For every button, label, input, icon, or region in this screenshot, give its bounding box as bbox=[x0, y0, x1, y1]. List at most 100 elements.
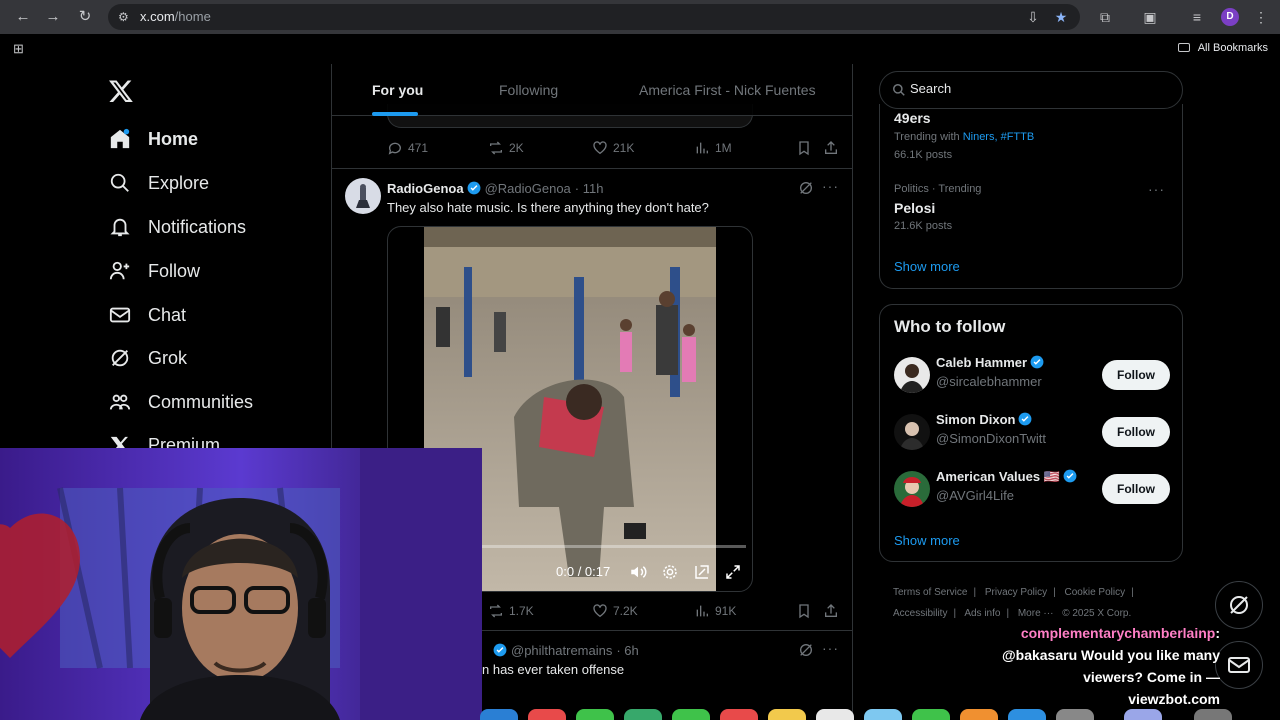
footer-sep: | bbox=[1131, 587, 1134, 598]
trend-name[interactable]: 49ers bbox=[894, 110, 931, 126]
grok-icon[interactable] bbox=[798, 642, 814, 658]
bookmark-star-icon[interactable]: ★ bbox=[1052, 8, 1070, 26]
tab-america-first[interactable]: America First - Nick Fuentes bbox=[639, 82, 816, 98]
notes-icon[interactable] bbox=[768, 709, 806, 720]
settings-gear-icon[interactable] bbox=[661, 563, 679, 581]
xcode-icon[interactable] bbox=[1008, 709, 1046, 720]
home-icon bbox=[108, 127, 132, 151]
finder-icon[interactable] bbox=[480, 709, 518, 720]
nav-grok[interactable]: Grok bbox=[108, 343, 187, 373]
nav-notifications[interactable]: Notifications bbox=[108, 212, 246, 242]
reply-button[interactable]: 471 bbox=[387, 140, 428, 156]
follow-suggestion[interactable]: Simon Dixon @SimonDixonTwitt Follow bbox=[894, 412, 1170, 452]
profile-avatar[interactable]: D bbox=[1221, 8, 1239, 26]
nav-explore[interactable]: Explore bbox=[108, 168, 209, 198]
footer-terms[interactable]: Terms of Service bbox=[893, 587, 967, 598]
avatar[interactable] bbox=[894, 414, 930, 450]
trash-icon[interactable] bbox=[1194, 709, 1232, 720]
follow-button[interactable]: Follow bbox=[1102, 360, 1170, 390]
repost-button[interactable]: 1.7K bbox=[488, 603, 534, 619]
heart-icon bbox=[592, 603, 608, 619]
maps-icon[interactable] bbox=[624, 709, 662, 720]
footer-accessibility[interactable]: Accessibility bbox=[893, 608, 947, 619]
nav-chat[interactable]: Chat bbox=[108, 300, 186, 330]
tab-following[interactable]: Following bbox=[499, 82, 558, 98]
tweet-time[interactable]: · 11h bbox=[575, 181, 604, 196]
follow-button[interactable]: Follow bbox=[1102, 474, 1170, 504]
like-count: 7.2K bbox=[613, 604, 638, 618]
tab-search-icon[interactable]: ▣ bbox=[1141, 8, 1159, 26]
follow-suggestion[interactable]: Caleb Hammer @sircalebhammer Follow bbox=[894, 355, 1170, 395]
tab-for-you[interactable]: For you bbox=[372, 82, 423, 98]
bookmark-button[interactable] bbox=[796, 140, 817, 156]
forward-arrow-icon[interactable]: → bbox=[43, 7, 63, 27]
trend-links[interactable]: Niners, #FTTB bbox=[963, 131, 1035, 143]
photos-icon[interactable] bbox=[528, 709, 566, 720]
bookmark-icon bbox=[796, 140, 812, 156]
messages-float-button[interactable] bbox=[1215, 641, 1263, 689]
views-button[interactable]: 91K bbox=[694, 603, 736, 619]
reply-count: 471 bbox=[408, 141, 429, 155]
show-more-link[interactable]: Show more bbox=[894, 533, 960, 548]
nav-home[interactable]: Home bbox=[108, 124, 198, 154]
reload-icon[interactable]: ↻ bbox=[75, 7, 95, 27]
browser-menu-icon[interactable]: ⋮ bbox=[1252, 8, 1270, 26]
nav-communities[interactable]: Communities bbox=[108, 387, 253, 417]
pages-icon[interactable] bbox=[960, 709, 998, 720]
search-input[interactable] bbox=[910, 81, 1170, 96]
follow-button[interactable]: Follow bbox=[1102, 417, 1170, 447]
heart-icon bbox=[592, 140, 608, 156]
footer-more[interactable]: More ··· bbox=[1018, 608, 1054, 619]
extensions-icon[interactable]: ⧉ bbox=[1096, 8, 1114, 26]
fullscreen-icon[interactable] bbox=[724, 563, 742, 581]
install-app-icon[interactable]: ⇩ bbox=[1024, 8, 1042, 26]
settings-icon[interactable] bbox=[1056, 709, 1094, 720]
footer-cookie[interactable]: Cookie Policy bbox=[1065, 587, 1126, 598]
share-button[interactable] bbox=[823, 603, 844, 619]
author-handle[interactable]: @philthatremains bbox=[511, 643, 612, 658]
all-bookmarks-button[interactable]: All Bookmarks bbox=[1177, 42, 1268, 54]
views-button[interactable]: 1M bbox=[694, 140, 732, 156]
facetime-icon[interactable] bbox=[672, 709, 710, 720]
repost-button[interactable]: 2K bbox=[488, 140, 524, 156]
more-options-icon[interactable]: ··· bbox=[1148, 181, 1166, 197]
volume-icon[interactable] bbox=[629, 563, 647, 581]
calendar-icon[interactable] bbox=[720, 709, 758, 720]
show-more-link[interactable]: Show more bbox=[894, 259, 960, 274]
address-bar[interactable]: ⚙ x.com/home ⇩ ★ bbox=[108, 4, 1080, 30]
footer-ads-info[interactable]: Ads info bbox=[964, 608, 1000, 619]
more-options-icon[interactable]: ··· bbox=[822, 178, 840, 194]
site-settings-icon[interactable]: ⚙ bbox=[118, 10, 132, 24]
author-handle[interactable]: @RadioGenoa bbox=[485, 181, 571, 196]
picture-in-picture-icon[interactable] bbox=[693, 563, 711, 581]
share-button[interactable] bbox=[823, 140, 844, 156]
x-logo-icon[interactable] bbox=[108, 78, 134, 104]
bookmarks-bar: ⊞ All Bookmarks bbox=[0, 34, 1280, 64]
avatar[interactable] bbox=[894, 471, 930, 507]
grok-float-button[interactable] bbox=[1215, 581, 1263, 629]
more-options-icon[interactable]: ··· bbox=[822, 640, 840, 656]
back-arrow-icon[interactable]: ← bbox=[13, 7, 33, 27]
user-name: American Values 🇺🇸 bbox=[936, 469, 1077, 485]
footer-privacy[interactable]: Privacy Policy bbox=[985, 587, 1047, 598]
numbers-icon[interactable] bbox=[912, 709, 950, 720]
trend-name[interactable]: Pelosi bbox=[894, 200, 935, 216]
media-controls-icon[interactable]: ≡ bbox=[1188, 8, 1206, 26]
tweet-time[interactable]: · 6h bbox=[616, 643, 638, 658]
grok-icon[interactable] bbox=[798, 180, 814, 196]
nav-follow[interactable]: Follow bbox=[108, 256, 200, 286]
app-icon[interactable] bbox=[1124, 709, 1162, 720]
follow-suggestion[interactable]: American Values 🇺🇸 @AVGirl4Life Follow bbox=[894, 469, 1170, 509]
reminders-icon[interactable] bbox=[816, 709, 854, 720]
like-button[interactable]: 21K bbox=[592, 140, 634, 156]
apps-grid-icon[interactable]: ⊞ bbox=[13, 42, 27, 56]
like-button[interactable]: 7.2K bbox=[592, 603, 638, 619]
bookmark-button[interactable] bbox=[796, 603, 817, 619]
avatar[interactable] bbox=[894, 357, 930, 393]
user-name-text: American Values bbox=[936, 469, 1041, 484]
messages-icon[interactable] bbox=[576, 709, 614, 720]
avatar[interactable] bbox=[345, 178, 381, 214]
app-icon[interactable] bbox=[864, 709, 902, 720]
trend-posts: 66.1K posts bbox=[894, 149, 953, 161]
author-name[interactable]: RadioGenoa bbox=[387, 181, 464, 196]
